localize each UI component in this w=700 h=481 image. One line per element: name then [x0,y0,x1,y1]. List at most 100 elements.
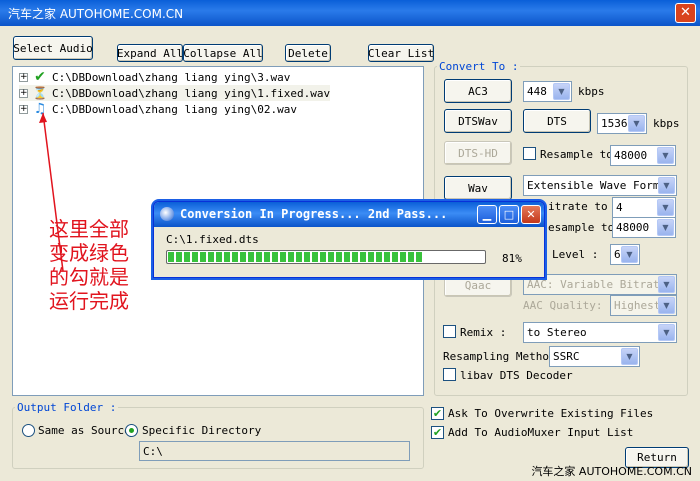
overwrite-checkbox[interactable]: ✔ [431,407,444,420]
level-select[interactable]: 6 ▼ [610,244,640,265]
annotation-line: 的勾就是 [49,265,129,289]
check-icon: ✔ [34,69,46,85]
select-audio-button[interactable]: Select Audio [13,36,93,60]
dialog-title: Conversion In Progress... 2nd Pass... [180,207,448,221]
resample-value: 48000 [614,149,648,162]
aac-quality-select[interactable]: Highest ▼ [610,295,677,316]
checkmark-icon: ✔ [432,407,443,420]
footer-watermark: 汽车之家 AUTOHOME.COM.CN [531,465,692,478]
resampling-method-value: SSRC [553,350,580,363]
annotation-line: 运行完成 [49,289,129,313]
ac3-button[interactable]: AC3 [444,79,512,103]
chevron-down-icon: ▼ [657,199,674,216]
clear-list-button[interactable]: Clear List [368,44,434,62]
same-as-source-radio[interactable] [22,424,35,437]
title-watermark: 汽车之家 AUTOHOME.COM.CN [8,7,184,21]
hourglass-icon: ⏳ [32,86,48,100]
resampling-method-label: Resampling Method [443,350,556,363]
app-icon [160,207,174,221]
specific-directory-radio[interactable] [125,424,138,437]
kbps-label: kbps [578,85,605,98]
wav-format-value: Extensible Wave Format [527,179,673,192]
chevron-down-icon: ▼ [658,276,675,293]
libav-checkbox[interactable] [443,368,456,381]
overwrite-label: Ask To Overwrite Existing Files [448,407,654,420]
dialog-close-button[interactable]: ✕ [521,205,541,224]
file-path: C:\DBDownload\zhang liang ying\1.fixed.w… [52,86,331,100]
dts-bitrate-select[interactable]: 1536 ▼ [597,113,647,134]
file-row[interactable]: + ✔ C:\DBDownload\zhang liang ying\3.wav [19,69,290,85]
expand-icon[interactable]: + [19,88,28,98]
minimize-icon: ▁ [482,208,492,221]
resampling-method-select[interactable]: SSRC ▼ [549,346,640,367]
add-to-muxer-checkbox[interactable]: ✔ [431,426,444,439]
annotation-line: 这里全部 [49,217,129,241]
remix-checkbox[interactable] [443,325,456,338]
collapse-all-button[interactable]: Collapse All [183,44,263,62]
annotation-line: 变成绿色 [49,241,129,265]
expand-icon[interactable]: + [19,104,28,114]
kbps-label: kbps [653,117,680,130]
output-directory-value: C:\ [143,444,163,458]
aac-mode-value: AAC: Variable Bitrate [527,278,667,291]
progress-fill [168,252,424,262]
wav-button[interactable]: Wav [444,176,512,200]
window-titlebar: 汽车之家 AUTOHOME.COM.CN ✕ [0,0,700,26]
resample-label: Resample to [540,148,613,161]
dialog-titlebar: Conversion In Progress... 2nd Pass... ▁ … [154,202,544,227]
add-to-muxer-label: Add To AudioMuxer Input List [448,426,634,439]
remix-select[interactable]: to Stereo ▼ [523,322,677,343]
resample-select[interactable]: 48000 ▼ [610,145,676,166]
close-icon: ✕ [680,5,691,20]
resample2-value: 48000 [616,221,650,234]
maximize-button[interactable]: □ [499,205,519,224]
checkmark-icon: ✔ [432,426,443,439]
file-row[interactable]: + ⏳ C:\DBDownload\zhang liang ying\1.fix… [19,85,331,101]
resample2-select[interactable]: 48000 ▼ [612,217,676,238]
close-icon: ✕ [526,208,536,221]
chevron-down-icon: ▼ [658,177,675,194]
dts-button[interactable]: DTS [523,109,591,133]
chevron-down-icon: ▼ [621,348,638,365]
annotation-text: 这里全部 变成绿色 的勾就是 运行完成 [49,217,129,313]
progress-bar [166,250,486,264]
minimize-button[interactable]: ▁ [477,205,497,224]
aac-quality-value: Highest [614,299,661,312]
chevron-down-icon: ▼ [553,83,570,100]
output-directory-field[interactable]: C:\ [139,441,410,461]
remix-label: Remix : [460,326,507,339]
expand-all-button[interactable]: Expand All [117,44,183,62]
resample-checkbox[interactable] [523,147,536,160]
delete-button[interactable]: Delete [285,44,331,62]
chevron-down-icon: ▼ [628,115,645,132]
radio-selected-dot [129,428,134,433]
ac3-bitrate-select[interactable]: 448 ▼ [523,81,572,102]
remix-value: to Stereo [527,326,587,339]
chevron-down-icon: ▼ [657,219,674,236]
specific-directory-label: Specific Directory [142,424,262,437]
dialog-file-label: C:\1.fixed.dts [166,233,259,246]
bitrate-value: 4 [616,201,623,214]
level-value: 6 [614,248,621,261]
dtswav-button[interactable]: DTSWav [444,109,512,133]
window-close-button[interactable]: ✕ [675,3,696,23]
chevron-down-icon: ▼ [658,324,675,341]
resample2-label: esample to [548,221,615,234]
file-path: C:\DBDownload\zhang liang ying\3.wav [52,70,291,84]
aac-mode-select[interactable]: AAC: Variable Bitrate ▼ [523,274,677,295]
progress-percent: 81% [502,252,522,265]
aac-quality-label: AAC Quality: [523,299,603,312]
chevron-down-icon: ▼ [621,246,638,263]
bitrate-select[interactable]: 4 ▼ [612,197,676,218]
progress-dialog[interactable]: Conversion In Progress... 2nd Pass... ▁ … [153,201,545,278]
bitrate-label: itrate to : [548,200,621,213]
ac3-bitrate-value: 448 [527,85,547,98]
same-as-source-label: Same as Source [38,424,131,437]
wav-format-select[interactable]: Extensible Wave Format ▼ [523,175,677,196]
libav-label: libav DTS Decoder [460,369,573,382]
file-path: C:\DBDownload\zhang liang ying\02.wav [52,102,298,116]
dtshd-button[interactable]: DTS-HD [444,141,512,165]
expand-icon[interactable]: + [19,72,28,82]
output-folder-label: Output Folder : [15,401,119,414]
chevron-down-icon: ▼ [658,297,675,314]
